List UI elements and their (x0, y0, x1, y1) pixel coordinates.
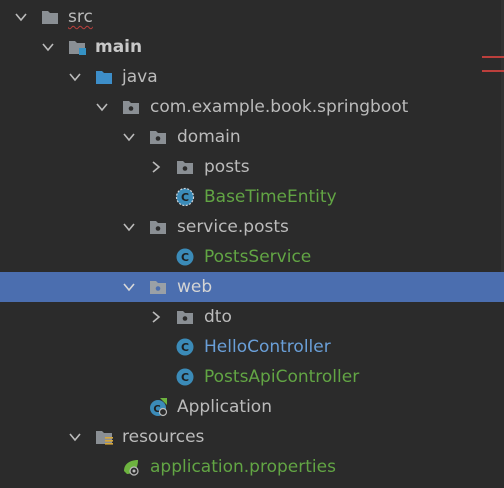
chevron-right-icon[interactable] (148, 159, 164, 175)
tree-node-hellocontroller[interactable]: C HelloController (0, 332, 504, 362)
package-icon (150, 281, 166, 294)
package-icon (123, 101, 139, 114)
tree-node-label: application.properties (150, 457, 336, 477)
tree-node-java[interactable]: java (0, 62, 504, 92)
svg-text:C: C (181, 371, 189, 384)
class-icon: C (176, 248, 194, 266)
tree-node-label: PostsApiController (204, 367, 360, 387)
chevron-down-icon[interactable] (67, 69, 83, 85)
chevron-right-icon[interactable] (148, 309, 164, 325)
chevron-down-icon[interactable] (121, 219, 137, 235)
package-icon (177, 161, 193, 174)
abstract-class-icon: C (175, 187, 195, 207)
package-icon (177, 311, 193, 324)
tree-node-label: main (95, 37, 143, 57)
chevron-down-icon[interactable] (121, 129, 137, 145)
tree-node-label: dto (204, 307, 232, 327)
tree-node-label: Application (177, 397, 272, 417)
source-root-folder-icon (69, 41, 86, 55)
tree-node-label: resources (122, 427, 205, 447)
tree-node-label: BaseTimeEntity (204, 187, 337, 207)
package-icon (150, 221, 166, 234)
tree-node-application-properties[interactable]: application.properties (0, 452, 504, 482)
tree-node-label: posts (204, 157, 250, 177)
svg-text:C: C (181, 191, 189, 204)
chevron-down-icon[interactable] (94, 99, 110, 115)
tree-node-postsapicontroller[interactable]: C PostsApiController (0, 362, 504, 392)
tree-node-dto[interactable]: dto (0, 302, 504, 332)
tree-node-postsservice[interactable]: C PostsService (0, 242, 504, 272)
tree-node-label: com.example.book.springboot (150, 97, 409, 117)
java-source-folder-icon (96, 71, 112, 84)
tree-node-label: PostsService (204, 247, 312, 267)
tree-node-basetimeentity[interactable]: C BaseTimeEntity (0, 182, 504, 212)
tree-node-application[interactable]: C Application (0, 392, 504, 422)
class-icon: C (176, 368, 194, 386)
svg-text:C: C (181, 251, 189, 264)
tree-node-label: web (177, 277, 213, 297)
package-icon (150, 131, 166, 144)
tree-node-label: domain (177, 127, 241, 147)
class-icon: C (176, 338, 194, 356)
chevron-down-icon[interactable] (67, 429, 83, 445)
tree-node-web[interactable]: web (0, 272, 504, 302)
spring-properties-icon (124, 460, 139, 476)
tree-node-package-root[interactable]: com.example.book.springboot (0, 92, 504, 122)
spring-boot-app-icon: C (150, 398, 168, 417)
chevron-down-icon[interactable] (13, 9, 29, 25)
folder-icon (42, 11, 58, 24)
tree-node-posts[interactable]: posts (0, 152, 504, 182)
chevron-down-icon[interactable] (121, 279, 137, 295)
resources-folder-icon (96, 431, 113, 445)
tree-node-label: src (68, 7, 93, 27)
tree-node-domain[interactable]: domain (0, 122, 504, 152)
tree-node-resources[interactable]: resources (0, 422, 504, 452)
tree-node-src[interactable]: src (0, 2, 504, 32)
tree-node-label: service.posts (177, 217, 289, 237)
svg-text:C: C (181, 341, 189, 354)
tree-node-main[interactable]: main (0, 32, 504, 62)
tree-node-label: HelloController (204, 337, 331, 357)
chevron-down-icon[interactable] (40, 39, 56, 55)
project-tree: src main java com.example.book.springboo… (0, 2, 504, 482)
tree-node-service-posts[interactable]: service.posts (0, 212, 504, 242)
tree-node-label: java (122, 67, 158, 87)
